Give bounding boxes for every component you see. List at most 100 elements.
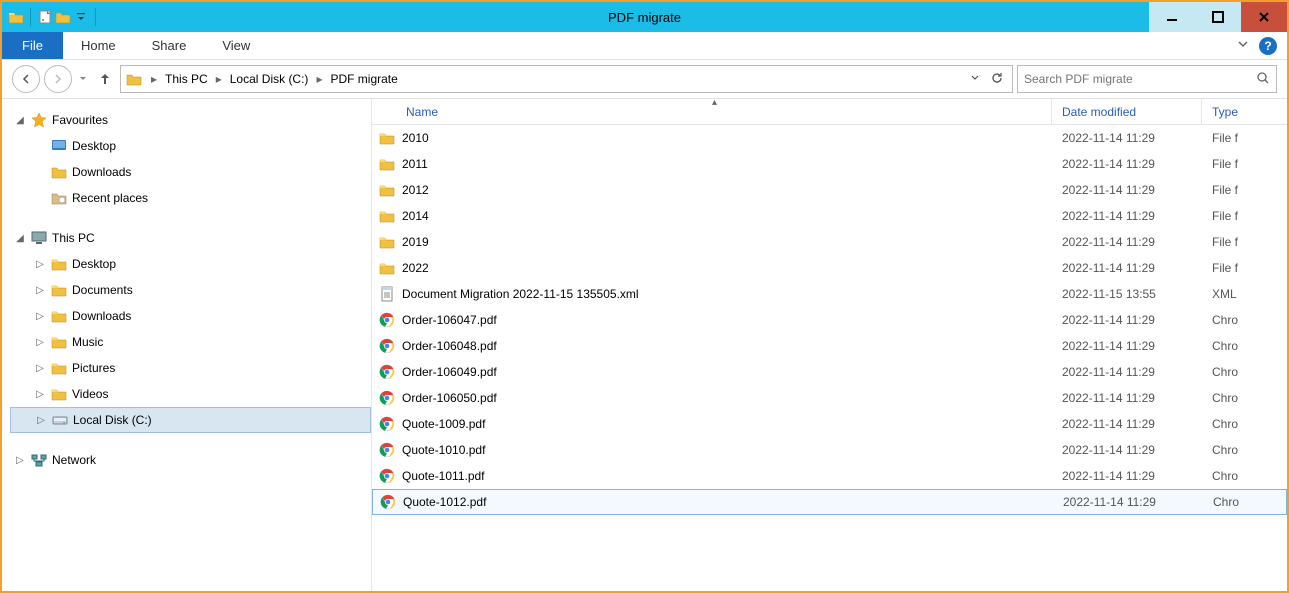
main-area: ◢ Favourites Desktop Downloads: [2, 98, 1287, 591]
history-dropdown-icon[interactable]: [76, 74, 90, 84]
refresh-icon[interactable]: [990, 71, 1004, 88]
expander-closed-icon[interactable]: ▷: [14, 455, 26, 466]
folder-icon: [372, 183, 402, 197]
file-name: 2012: [402, 183, 1052, 197]
up-button[interactable]: [94, 68, 116, 90]
file-row[interactable]: Quote-1012.pdf2022-11-14 11:29Chro: [372, 489, 1287, 515]
column-date-modified[interactable]: Date modified: [1052, 99, 1202, 124]
folder-icon: [50, 333, 68, 351]
tree-item[interactable]: ▷Documents: [10, 277, 371, 303]
tree-label: Desktop: [72, 139, 116, 153]
expander-closed-icon[interactable]: ▷: [34, 363, 46, 374]
window-controls: [1149, 2, 1287, 32]
file-row[interactable]: 20192022-11-14 11:29File f: [372, 229, 1287, 255]
chrome-icon: [372, 364, 402, 380]
tree-item-network[interactable]: ▷ Network: [10, 447, 371, 473]
tab-view[interactable]: View: [204, 32, 268, 59]
file-row[interactable]: Order-106048.pdf2022-11-14 11:29Chro: [372, 333, 1287, 359]
breadcrumb-dropdown-icon[interactable]: [970, 72, 980, 86]
forward-button[interactable]: [44, 65, 72, 93]
file-type: File f: [1202, 183, 1262, 197]
breadcrumb-segment[interactable]: Local Disk (C:): [226, 72, 313, 86]
tree-label: Favourites: [52, 113, 108, 127]
file-name: 2022: [402, 261, 1052, 275]
tree-item-favourites[interactable]: ◢ Favourites: [10, 107, 371, 133]
file-row[interactable]: Quote-1010.pdf2022-11-14 11:29Chro: [372, 437, 1287, 463]
tree-item-recent-places[interactable]: Recent places: [10, 185, 371, 211]
file-date: 2022-11-14 11:29: [1052, 443, 1202, 457]
search-box[interactable]: [1017, 65, 1277, 93]
file-type: File f: [1202, 131, 1262, 145]
file-date: 2022-11-14 11:29: [1052, 365, 1202, 379]
help-icon[interactable]: ?: [1259, 37, 1277, 55]
file-name: Order-106048.pdf: [402, 339, 1052, 353]
file-name: Quote-1012.pdf: [403, 495, 1053, 509]
chevron-right-icon[interactable]: ▸: [147, 72, 161, 86]
file-name: Order-106049.pdf: [402, 365, 1052, 379]
tree-item-downloads[interactable]: Downloads: [10, 159, 371, 185]
file-tab[interactable]: File: [2, 32, 63, 59]
tree-label: Videos: [72, 387, 108, 401]
breadcrumb-segment[interactable]: This PC: [161, 72, 212, 86]
new-folder-icon[interactable]: [55, 9, 71, 25]
file-row[interactable]: Quote-1011.pdf2022-11-14 11:29Chro: [372, 463, 1287, 489]
tree-item[interactable]: ▷ Music: [10, 329, 371, 355]
expander-closed-icon[interactable]: ▷: [35, 415, 47, 426]
file-row[interactable]: Document Migration 2022-11-15 135505.xml…: [372, 281, 1287, 307]
file-name: 2019: [402, 235, 1052, 249]
file-date: 2022-11-14 11:29: [1052, 469, 1202, 483]
breadcrumb-segment[interactable]: PDF migrate: [326, 72, 401, 86]
tree-item-desktop[interactable]: Desktop: [10, 133, 371, 159]
file-row[interactable]: 20112022-11-14 11:29File f: [372, 151, 1287, 177]
tree-item-thispc[interactable]: ◢ This PC: [10, 225, 371, 251]
folder-icon: [372, 235, 402, 249]
sort-ascending-icon: ▴: [712, 99, 717, 108]
chrome-icon: [373, 494, 403, 510]
tree-item[interactable]: ▷Local Disk (C:): [10, 407, 371, 433]
tree-label: Pictures: [72, 361, 115, 375]
tab-share[interactable]: Share: [134, 32, 205, 59]
expander-closed-icon[interactable]: ▷: [34, 285, 46, 296]
tree-item[interactable]: ▷ Pictures: [10, 355, 371, 381]
expander-open-icon[interactable]: ◢: [14, 233, 26, 244]
chevron-right-icon[interactable]: ▸: [312, 72, 326, 86]
search-icon[interactable]: [1256, 71, 1270, 88]
expander-open-icon[interactable]: ◢: [14, 115, 26, 126]
expander-closed-icon[interactable]: ▷: [34, 337, 46, 348]
ribbon-expand-icon[interactable]: [1237, 38, 1249, 53]
back-button[interactable]: [12, 65, 40, 93]
file-row[interactable]: Order-106050.pdf2022-11-14 11:29Chro: [372, 385, 1287, 411]
search-input[interactable]: [1024, 72, 1224, 86]
file-type: Chro: [1202, 469, 1262, 483]
file-date: 2022-11-14 11:29: [1052, 339, 1202, 353]
file-name: Order-106047.pdf: [402, 313, 1052, 327]
tree-item[interactable]: ▷Downloads: [10, 303, 371, 329]
tree-label: Music: [72, 335, 103, 349]
tree-item[interactable]: ▷Desktop: [10, 251, 371, 277]
expander-closed-icon[interactable]: ▷: [34, 389, 46, 400]
expander-closed-icon[interactable]: ▷: [34, 259, 46, 270]
file-row[interactable]: Quote-1009.pdf2022-11-14 11:29Chro: [372, 411, 1287, 437]
computer-icon: [30, 229, 48, 247]
breadcrumb[interactable]: ▸ This PC ▸ Local Disk (C:) ▸ PDF migrat…: [120, 65, 1013, 93]
close-button[interactable]: [1241, 2, 1287, 32]
tab-home[interactable]: Home: [63, 32, 134, 59]
file-type: XML: [1202, 287, 1262, 301]
file-row[interactable]: 20222022-11-14 11:29File f: [372, 255, 1287, 281]
properties-icon[interactable]: [37, 9, 53, 25]
quick-access-toolbar: [2, 8, 100, 26]
file-row[interactable]: 20142022-11-14 11:29File f: [372, 203, 1287, 229]
file-row[interactable]: Order-106049.pdf2022-11-14 11:29Chro: [372, 359, 1287, 385]
tree-item[interactable]: ▷ Videos: [10, 381, 371, 407]
folder-icon: [50, 307, 68, 325]
expander-closed-icon[interactable]: ▷: [34, 311, 46, 322]
minimize-button[interactable]: [1149, 2, 1195, 32]
column-type[interactable]: Type: [1202, 99, 1262, 124]
maximize-button[interactable]: [1195, 2, 1241, 32]
chevron-right-icon[interactable]: ▸: [212, 72, 226, 86]
file-row[interactable]: 20122022-11-14 11:29File f: [372, 177, 1287, 203]
file-row[interactable]: 20102022-11-14 11:29File f: [372, 125, 1287, 151]
file-row[interactable]: Order-106047.pdf2022-11-14 11:29Chro: [372, 307, 1287, 333]
file-name: Quote-1010.pdf: [402, 443, 1052, 457]
qat-dropdown-icon[interactable]: [73, 9, 89, 25]
